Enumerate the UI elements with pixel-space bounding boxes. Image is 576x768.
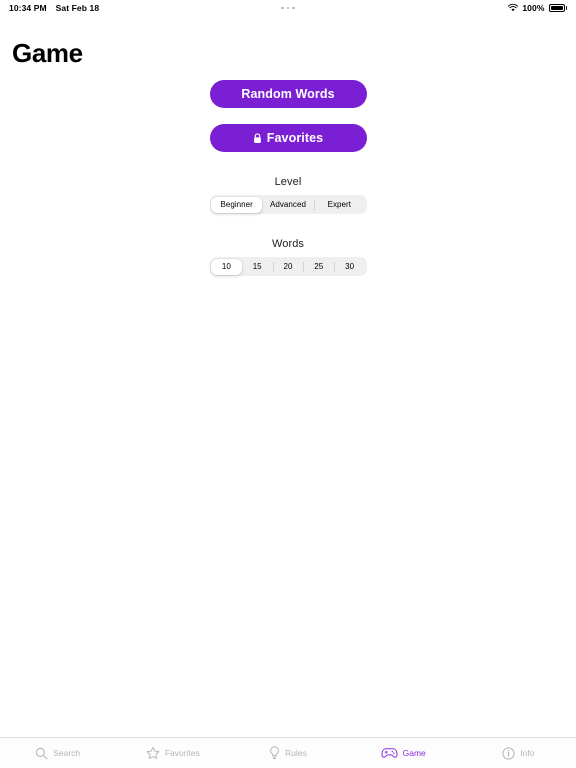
gamepad-icon	[381, 747, 398, 759]
status-time: 10:34 PM	[9, 3, 47, 13]
page-title: Game	[12, 38, 83, 68]
main-content: Random Words Favorites Level Beginner Ad…	[0, 80, 576, 276]
level-option-advanced[interactable]: Advanced	[262, 197, 313, 213]
level-option-beginner[interactable]: Beginner	[211, 196, 263, 213]
tab-rules-label: Rules	[285, 748, 307, 758]
status-bar-right: 100%	[508, 3, 567, 13]
words-option-10-label: 10	[221, 262, 231, 271]
words-option-10[interactable]: 10	[211, 258, 242, 275]
battery-full-icon	[548, 4, 567, 12]
search-icon	[35, 747, 48, 760]
status-date: Sat Feb 18	[55, 3, 100, 13]
words-label: Words	[271, 238, 305, 250]
wifi-icon	[508, 3, 519, 12]
words-option-25[interactable]: 25	[303, 259, 334, 275]
words-option-25-label: 25	[314, 262, 324, 271]
level-label: Level	[274, 176, 302, 188]
level-option-advanced-label: Advanced	[270, 200, 306, 209]
favorites-button[interactable]: Favorites	[209, 124, 367, 152]
words-segmented-control[interactable]: 10 15 20 25 30	[209, 257, 367, 276]
words-option-15[interactable]: 15	[242, 259, 273, 275]
words-option-15-label: 15	[252, 262, 262, 271]
level-segmented-control[interactable]: Beginner Advanced Expert	[209, 195, 367, 214]
level-option-expert-label: Expert	[327, 200, 352, 209]
multitask-dots-icon	[281, 6, 295, 10]
tab-game-label: Game	[402, 748, 426, 758]
tab-favorites[interactable]: Favorites	[115, 738, 230, 768]
level-option-beginner-label: Beginner	[220, 200, 253, 209]
random-words-button[interactable]: Random Words	[209, 80, 367, 108]
tab-search[interactable]: Search	[0, 738, 115, 768]
favorites-label: Favorites	[266, 131, 324, 145]
status-bar-left: 10:34 PM Sat Feb 18	[9, 3, 99, 13]
star-icon	[146, 746, 160, 760]
info-icon	[502, 746, 515, 760]
random-words-label: Random Words	[241, 87, 335, 101]
tab-search-label: Search	[53, 748, 81, 758]
tab-bar: Search Favorites Rules Game Info	[0, 737, 576, 768]
lock-icon	[253, 132, 262, 144]
words-option-20-label: 20	[283, 262, 293, 271]
tab-info-label: Info	[520, 748, 535, 758]
words-option-30[interactable]: 30	[334, 259, 365, 275]
tab-favorites-label: Favorites	[164, 748, 200, 758]
app-screen: 10:34 PM Sat Feb 18 100% Game Random Wor…	[0, 0, 576, 768]
tab-rules[interactable]: Rules	[230, 738, 345, 768]
tab-info[interactable]: Info	[461, 738, 576, 768]
battery-percent: 100%	[522, 3, 545, 13]
level-option-expert[interactable]: Expert	[313, 197, 365, 213]
words-option-30-label: 30	[345, 262, 355, 271]
lightbulb-icon	[269, 746, 280, 760]
status-bar: 10:34 PM Sat Feb 18 100%	[0, 0, 576, 16]
tab-game[interactable]: Game	[346, 738, 461, 768]
words-option-20[interactable]: 20	[272, 259, 304, 275]
